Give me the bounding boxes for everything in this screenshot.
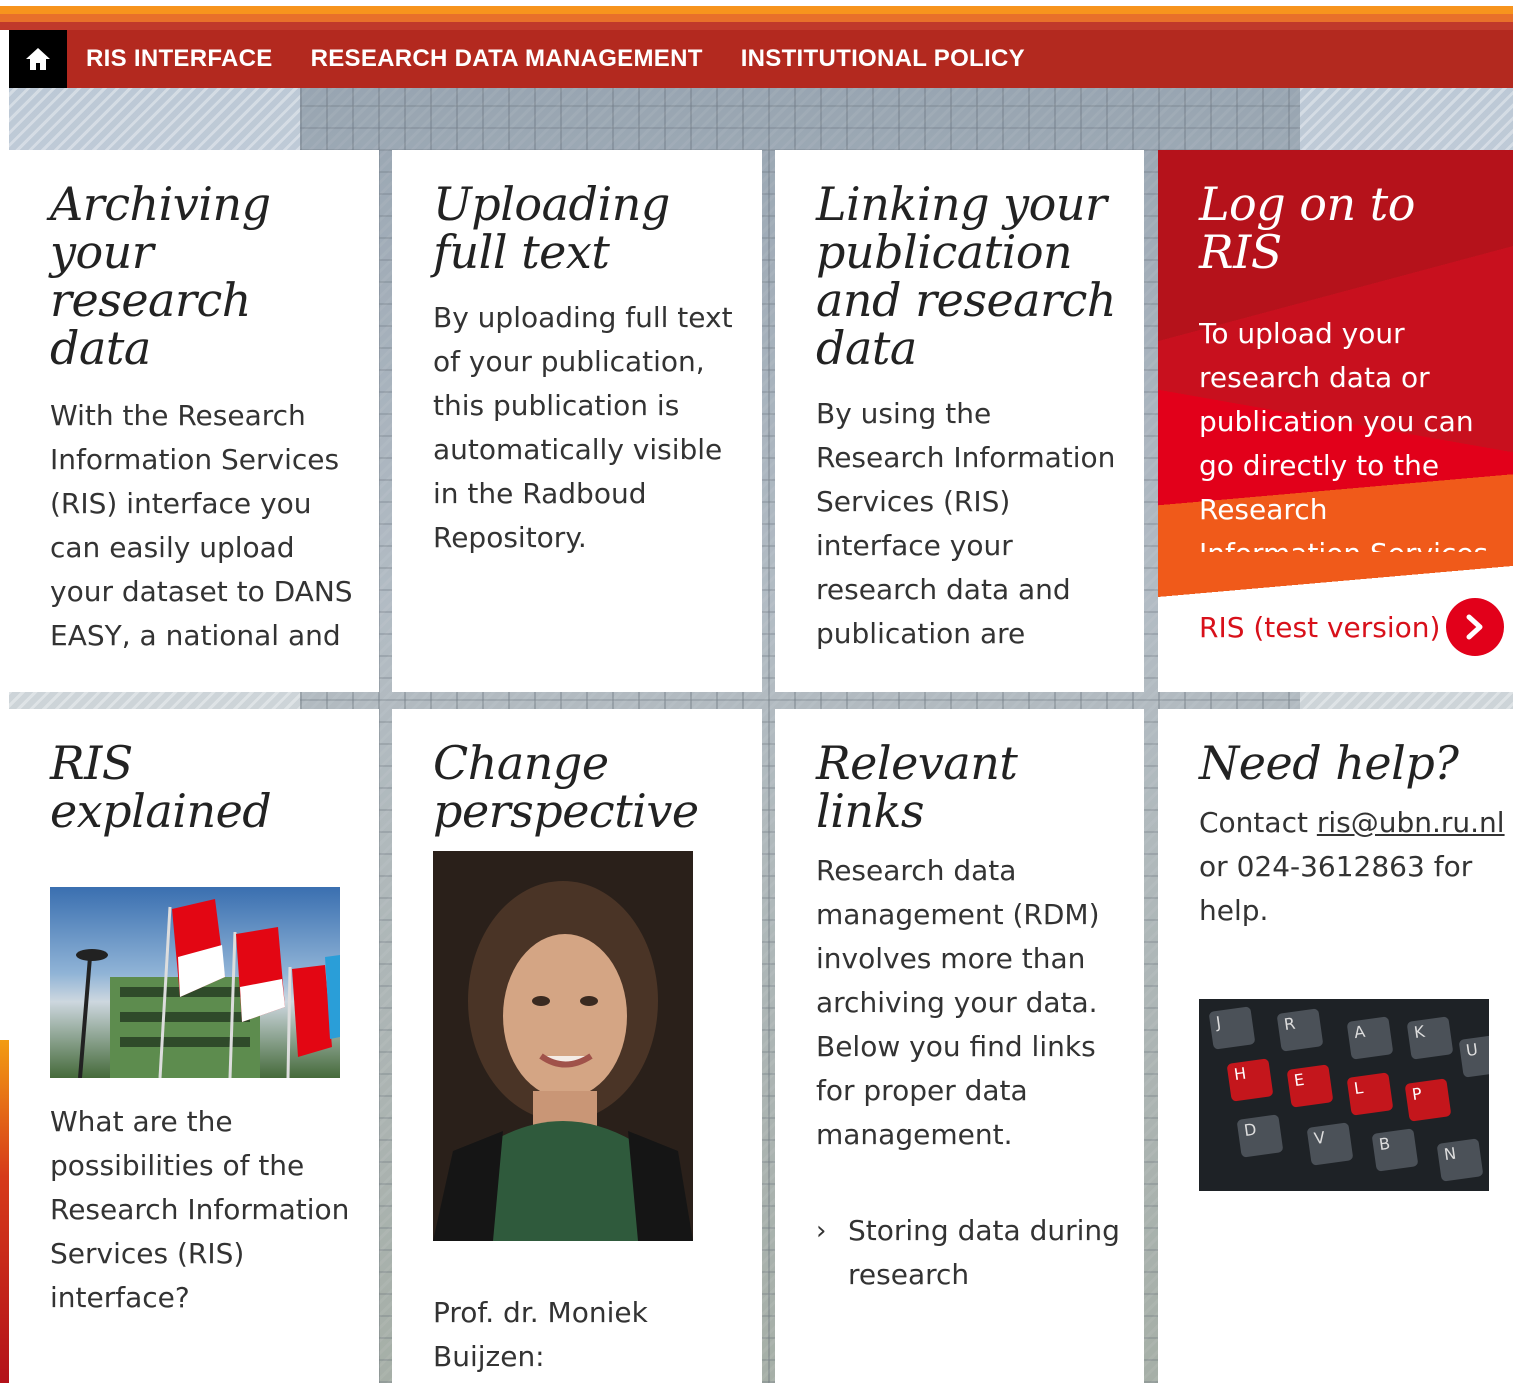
help-keyboard-image[interactable]: J R A K U H E L P D V B N <box>1199 999 1489 1191</box>
key-p: P <box>1404 1078 1452 1122</box>
key-e: E <box>1286 1064 1334 1108</box>
card-body: What are the possibilities of the Resear… <box>50 1105 350 1314</box>
main-navigation: RIS INTERFACE RESEARCH DATA MANAGEMENT I… <box>9 30 1513 88</box>
key-h: H <box>1226 1058 1274 1102</box>
ris-login-link-label[interactable]: RIS (test version) <box>1199 611 1440 644</box>
card-body: Contact ris@ubn.ru.nl or 024-3612863 for… <box>1199 801 1509 933</box>
top-color-stripe <box>0 0 1513 30</box>
nav-institutional-policy[interactable]: INSTITUTIONAL POLICY <box>741 45 1025 73</box>
card-title[interactable]: Linking your publication and research da… <box>816 180 1116 372</box>
card-archiving: Archiving your research data With the Re… <box>9 150 379 692</box>
link-storing-data[interactable]: Storing data during research <box>848 1209 1124 1297</box>
key-b: B <box>1371 1128 1419 1172</box>
card-linking: Linking your publication and research da… <box>775 150 1144 692</box>
key-v: V <box>1306 1122 1354 1166</box>
card-change-perspective: Change perspective Prof. dr. Moniek Buij… <box>392 709 762 1383</box>
card-title[interactable]: Relevant links <box>816 739 1056 835</box>
flags-image[interactable] <box>50 887 340 1078</box>
card-login: Log on to RIS To upload your research da… <box>1158 150 1513 692</box>
card-ris-explained: RIS explained What are the possibilities… <box>9 709 379 1383</box>
card-body: With the Research Information Services (… <box>50 399 353 652</box>
card-body: By using the Research Information Servic… <box>816 397 1116 650</box>
key-j: J <box>1208 1006 1256 1050</box>
list-item[interactable]: › Storing data during research <box>816 1209 1124 1297</box>
contact-suffix: or <box>1199 850 1228 883</box>
nav-research-data-management[interactable]: RESEARCH DATA MANAGEMENT <box>311 45 703 73</box>
email-link[interactable]: ris@ubn.ru.nl <box>1317 806 1505 839</box>
card-title[interactable]: RIS explained <box>50 739 290 835</box>
home-icon <box>26 48 50 70</box>
card-body: To upload your research data or publicat… <box>1199 317 1488 552</box>
card-relevant-links: Relevant links Research data management … <box>775 709 1144 1383</box>
card-title[interactable]: Need help? <box>1199 739 1493 787</box>
card-body: Research data management (RDM) involves … <box>816 854 1100 1151</box>
card-body: By uploading full text of your publicati… <box>433 301 733 554</box>
card-title[interactable]: Archiving your research data <box>50 180 290 372</box>
card-need-help: Need help? Contact ris@ubn.ru.nl or 024-… <box>1158 709 1513 1383</box>
key-n: N <box>1436 1138 1484 1182</box>
portrait-image[interactable] <box>433 851 693 1241</box>
chevron-right-icon[interactable] <box>1446 598 1505 656</box>
key-u: U <box>1458 1034 1489 1078</box>
key-r: R <box>1276 1008 1324 1052</box>
card-title[interactable]: Change perspective <box>433 739 733 835</box>
chevron-right-icon: › <box>816 1216 827 1246</box>
key-k: K <box>1406 1016 1454 1060</box>
key-a: A <box>1346 1016 1394 1060</box>
ris-login-link[interactable]: RIS (test version) <box>1199 598 1505 656</box>
left-decorative-accent <box>0 1040 9 1383</box>
key-l: L <box>1346 1072 1394 1116</box>
card-title[interactable]: Uploading full text <box>433 180 693 276</box>
card-title[interactable]: Log on to RIS <box>1199 180 1439 276</box>
relevant-links-list: › Storing data during research <box>816 1209 1124 1297</box>
card-uploading: Uploading full text By uploading full te… <box>392 150 762 692</box>
nav-ris-interface[interactable]: RIS INTERFACE <box>86 45 273 73</box>
phone-text: 024-3612863 for help. <box>1199 850 1473 927</box>
home-button[interactable] <box>9 30 67 88</box>
key-d: D <box>1236 1114 1284 1158</box>
card-body: Prof. dr. Moniek Buijzen: <box>433 1296 648 1373</box>
contact-prefix: Contact <box>1199 806 1317 839</box>
